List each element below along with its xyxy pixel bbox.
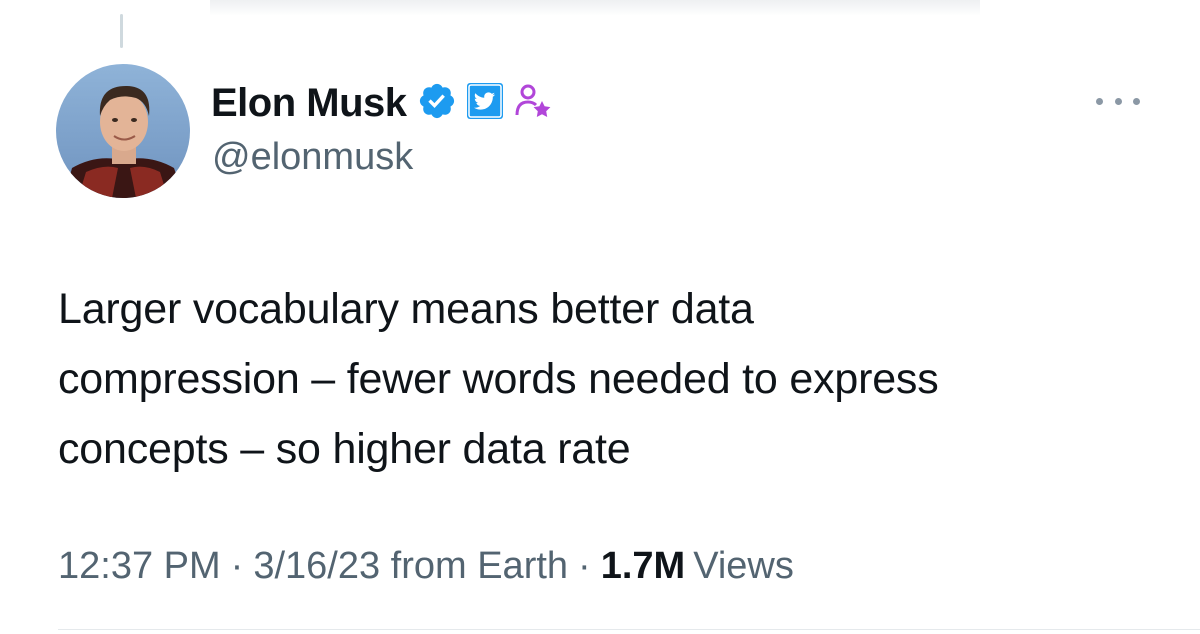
meta-separator: · xyxy=(578,545,591,587)
author-display-name[interactable]: Elon Musk xyxy=(211,81,407,126)
more-dot xyxy=(1114,97,1122,105)
avatar-photo xyxy=(56,64,190,198)
divider xyxy=(58,629,1200,630)
employee-badge-icon[interactable] xyxy=(513,81,553,126)
author-handle[interactable]: @elonmusk xyxy=(212,136,413,179)
tweet-time[interactable]: 12:37 PM xyxy=(58,545,221,588)
tweet-text-line: Larger vocabulary means better data xyxy=(58,285,754,333)
tweet-date-source[interactable]: 3/16/23 from Earth xyxy=(253,545,568,588)
tweet-text-line: compression – fewer words needed to expr… xyxy=(58,355,939,403)
verified-badge-icon[interactable] xyxy=(417,81,457,126)
avatar[interactable] xyxy=(56,64,190,198)
tweet-meta: 12:37 PM · 3/16/23 from Earth · 1.7M Vie… xyxy=(58,545,794,588)
more-options-icon[interactable] xyxy=(1096,86,1140,116)
twitter-affiliate-icon[interactable] xyxy=(465,81,505,126)
tweet-text-line: concepts – so higher data rate xyxy=(58,425,631,473)
meta-separator: · xyxy=(230,545,244,587)
views-count: 1.7M xyxy=(600,545,686,587)
more-dot xyxy=(1096,97,1103,105)
views-label: Views xyxy=(693,545,794,587)
author-name-row: Elon Musk xyxy=(211,76,553,130)
tweet-body: Larger vocabulary means better data comp… xyxy=(58,274,1168,484)
thread-connector-line xyxy=(120,14,123,48)
more-dot xyxy=(1133,97,1140,105)
previous-tweet-edge xyxy=(210,0,980,16)
